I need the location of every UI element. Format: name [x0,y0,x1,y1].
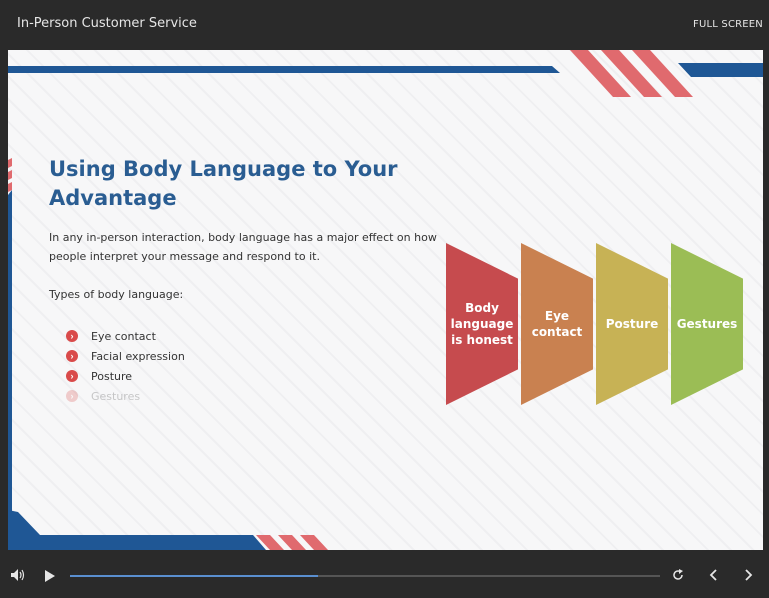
player-header: In-Person Customer Service FULL SCREEN [0,0,769,50]
fullscreen-button[interactable]: FULL SCREEN [693,19,763,30]
panel-label-line: contact [531,325,583,339]
next-icon[interactable] [745,569,753,581]
list-item: › Gestures [66,386,185,406]
left-red-stripe-3 [8,182,12,192]
slide-paragraph: In any in-person interaction, body langu… [49,228,449,266]
panel-label-line: Eye [544,309,570,323]
slide-heading: Using Body Language to Your Advantage [49,155,449,213]
top-blue-bar [8,66,560,73]
bullet-label: Facial expression [91,349,185,363]
previous-icon[interactable] [709,569,717,581]
panel-label-line: is honest [451,333,513,347]
bullet-list: › Eye contact › Facial expression › Post… [66,326,185,406]
slide-heading-line-1: Using Body Language to Your [49,157,398,181]
list-item: › Posture [66,366,185,386]
bullet-label: Gestures [91,389,141,403]
left-red-stripe-1 [8,158,12,168]
bottom-red-stripe-2 [278,535,306,550]
chevron-right-icon: › [66,330,78,342]
body-language-diagram: Body language is honest Eye contact Post… [446,243,746,405]
paragraph-line-2: people interpret your message and respon… [49,250,320,263]
player-controls [0,550,769,598]
panel-label-line: Posture [605,317,659,331]
paragraph-line-1: In any in-person interaction, body langu… [49,231,437,244]
list-item: › Eye contact [66,326,185,346]
seek-bar-progress [70,575,318,577]
bullet-label: Posture [91,369,133,383]
slide: Using Body Language to Your Advantage In… [8,50,763,550]
slide-heading-line-2: Advantage [49,186,177,210]
diagram-panel-body-language: Body language is honest [446,243,518,405]
bottom-left-blue-corner [8,510,266,550]
chevron-right-icon: › [66,350,78,362]
types-label: Types of body language: [49,288,184,301]
seek-bar[interactable] [70,575,660,577]
diagram-panel-posture: Posture [596,243,668,405]
top-right-blue-bar [678,63,763,77]
chevron-right-icon: › [66,390,78,402]
diagram-panel-gestures: Gestures [671,243,743,405]
left-red-stripe-2 [8,170,12,180]
bullet-label: Eye contact [91,329,156,343]
chevron-right-icon: › [66,370,78,382]
play-icon[interactable] [45,570,55,582]
diagram-panel-eye-contact: Eye contact [521,243,593,405]
course-title: In-Person Customer Service [17,16,197,31]
list-item: › Facial expression [66,346,185,366]
panel-label-line: Gestures [676,317,738,331]
replay-icon[interactable] [672,569,684,581]
panel-label-line: language [450,317,514,331]
left-blue-bar [8,190,12,550]
volume-icon[interactable] [11,569,25,581]
bottom-red-stripe-3 [300,535,328,550]
panel-label-line: Body [465,301,499,315]
